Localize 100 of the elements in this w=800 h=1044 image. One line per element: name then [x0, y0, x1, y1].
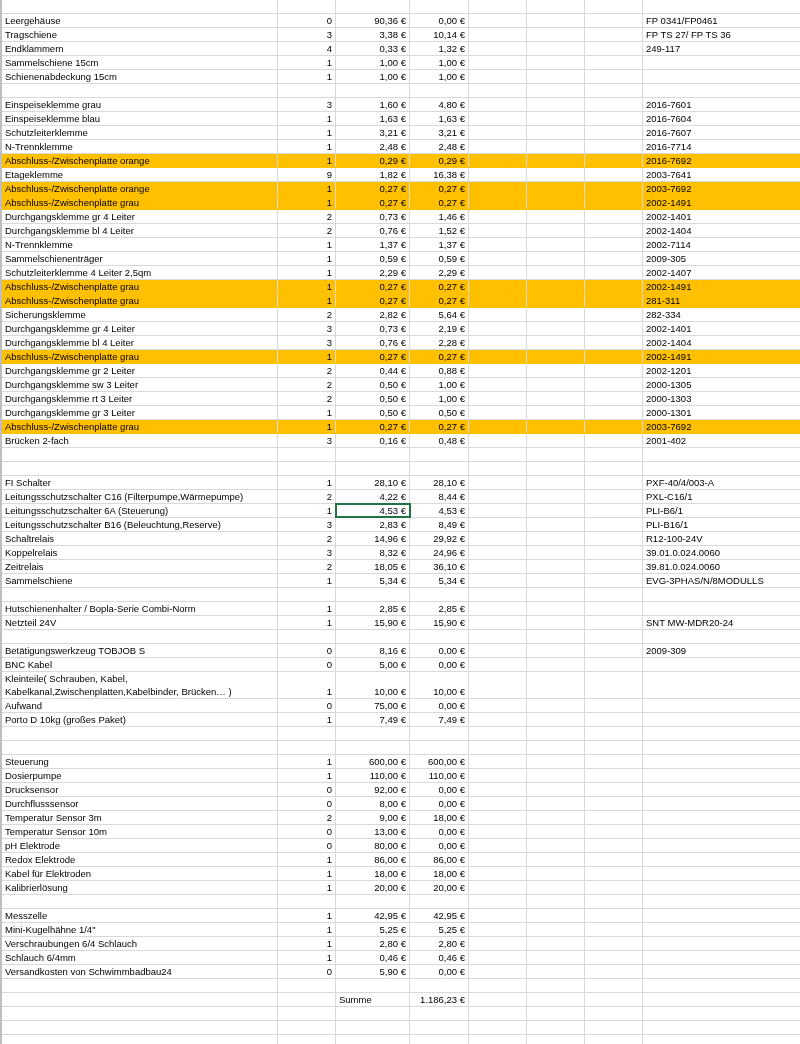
- table-cell: 0,50 €: [336, 406, 410, 419]
- table-cell: 0,00 €: [410, 783, 469, 796]
- table-cell: 2,80 €: [410, 937, 469, 950]
- table-cell: Abschluss-/Zwischenplatte grau: [2, 350, 278, 363]
- table-cell: 0,27 €: [336, 294, 410, 307]
- table-cell: Abschluss-/Zwischenplatte grau: [2, 280, 278, 293]
- table-cell: 0: [278, 797, 336, 810]
- table-cell: 18,00 €: [336, 867, 410, 880]
- table-cell: 39.81.0.024.0060: [643, 560, 800, 573]
- table-cell: 2009-305: [643, 252, 800, 265]
- table-cell: 0,59 €: [410, 252, 469, 265]
- table-cell: 3: [278, 546, 336, 559]
- table-cell: 8,49 €: [410, 518, 469, 531]
- table-cell: 2000-1303: [643, 392, 800, 405]
- table-cell: PXL-C16/1: [643, 490, 800, 503]
- table-cell: 8,16 €: [336, 644, 410, 657]
- table-cell: 0,00 €: [410, 699, 469, 712]
- table-cell: 18,00 €: [410, 867, 469, 880]
- table-cell: 2002-1401: [643, 210, 800, 223]
- table-cell: Hutschienenhalter / Bopla-Serie Combi-Norm: [2, 602, 278, 615]
- table-cell: 2002-7114: [643, 238, 800, 251]
- table-cell: 1,32 €: [410, 42, 469, 55]
- table-cell: 2003-7692: [643, 420, 800, 433]
- table-cell: 1: [278, 951, 336, 964]
- table-cell: 4,53 €: [410, 504, 469, 517]
- table-cell: 1: [278, 574, 336, 587]
- table-cell: 0,27 €: [336, 182, 410, 195]
- table-cell: Sammelschiene 15cm: [2, 56, 278, 69]
- table-cell: Steuerung: [2, 755, 278, 768]
- table-cell: Sicherungsklemme: [2, 308, 278, 321]
- table-cell: 2: [278, 308, 336, 321]
- table-cell: 600,00 €: [336, 755, 410, 768]
- table-cell: 1,63 €: [410, 112, 469, 125]
- table-cell: Dosierpumpe: [2, 769, 278, 782]
- table-cell: 4,80 €: [410, 98, 469, 111]
- table-cell: Durchgangsklemme bl 4 Leiter: [2, 224, 278, 237]
- table-cell: 8,44 €: [410, 490, 469, 503]
- table-cell: Schienenabdeckung 15cm: [2, 70, 278, 83]
- table-cell: 42,95 €: [336, 909, 410, 922]
- table-cell: Kabel für Elektroden: [2, 867, 278, 880]
- table-cell: 0,00 €: [410, 797, 469, 810]
- table-cell: 3,21 €: [410, 126, 469, 139]
- table-cell: 1: [278, 154, 336, 167]
- table-cell: 14,96 €: [336, 532, 410, 545]
- table-cell: 2: [278, 364, 336, 377]
- table-cell: Durchgangsklemme gr 4 Leiter: [2, 322, 278, 335]
- table-cell: PLI-B6/1: [643, 504, 800, 517]
- table-cell: 1: [278, 881, 336, 894]
- table-cell: 110,00 €: [410, 769, 469, 782]
- table-cell: 0,44 €: [336, 364, 410, 377]
- table-cell: 1.186,23 €: [410, 993, 469, 1006]
- table-cell: 0,50 €: [336, 392, 410, 405]
- table-cell: 0,29 €: [410, 154, 469, 167]
- table-cell: 2009-309: [643, 644, 800, 657]
- table-cell: 2,82 €: [336, 308, 410, 321]
- table-cell: 0,76 €: [336, 336, 410, 349]
- table-cell: Temperatur Sensor 10m: [2, 825, 278, 838]
- table-cell: 42,95 €: [410, 909, 469, 922]
- table-cell: 16,38 €: [410, 168, 469, 181]
- table-cell: Verschraubungen 6/4 Schlauch: [2, 937, 278, 950]
- table-cell: Durchflusssensor: [2, 797, 278, 810]
- table-cell: 2: [278, 490, 336, 503]
- table-cell: 1: [278, 126, 336, 139]
- table-cell: 1,63 €: [336, 112, 410, 125]
- table-cell: 36,10 €: [410, 560, 469, 573]
- table-cell: 0,50 €: [410, 406, 469, 419]
- table-cell: 1,00 €: [336, 56, 410, 69]
- table-cell: 2,48 €: [336, 140, 410, 153]
- table-cell: 2016-7601: [643, 98, 800, 111]
- table-cell: Kalibrierlösung: [2, 881, 278, 894]
- table-cell: 5,64 €: [410, 308, 469, 321]
- table-cell: 0: [278, 699, 336, 712]
- table-cell: EVG-3PHAS/N/8MODULLS: [643, 574, 800, 587]
- table-cell: 0,27 €: [336, 196, 410, 209]
- table-cell: 1: [278, 867, 336, 880]
- table-cell: 2: [278, 224, 336, 237]
- table-cell: 75,00 €: [336, 699, 410, 712]
- table-cell: 2000-1301: [643, 406, 800, 419]
- table-cell: Netzteil 24V: [2, 616, 278, 629]
- table-cell: 249-117: [643, 42, 800, 55]
- table-cell: 0,27 €: [410, 196, 469, 209]
- table-cell: Aufwand: [2, 699, 278, 712]
- table-cell: Durchgangsklemme rt 3 Leiter: [2, 392, 278, 405]
- table-cell: 8,00 €: [336, 797, 410, 810]
- table-cell: Messzelle: [2, 909, 278, 922]
- table-cell: 10,14 €: [410, 28, 469, 41]
- table-cell: 3: [278, 322, 336, 335]
- table-cell: 1: [278, 252, 336, 265]
- table-cell: 0,00 €: [410, 658, 469, 671]
- table-cell: 0,27 €: [410, 280, 469, 293]
- table-cell: 9: [278, 168, 336, 181]
- table-cell: 3: [278, 98, 336, 111]
- table-cell: 1: [278, 140, 336, 153]
- table-cell: 5,34 €: [410, 574, 469, 587]
- table-cell: 2002-1404: [643, 224, 800, 237]
- table-cell: Abschluss-/Zwischenplatte grau: [2, 420, 278, 433]
- table-cell: 2000-1305: [643, 378, 800, 391]
- table-cell: 2,28 €: [410, 336, 469, 349]
- table-cell: 1: [278, 238, 336, 251]
- table-cell: 0,76 €: [336, 224, 410, 237]
